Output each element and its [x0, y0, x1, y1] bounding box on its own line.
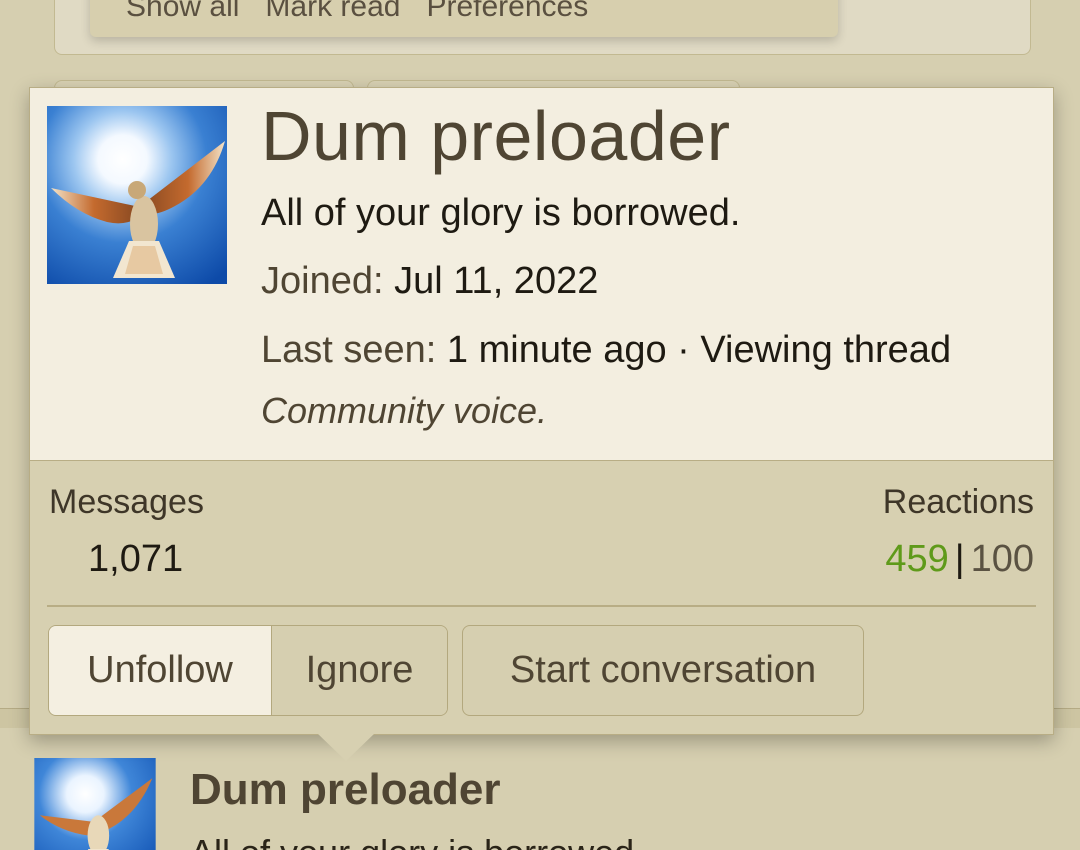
- show-all-link[interactable]: Show all: [126, 0, 239, 24]
- ignore-button[interactable]: Ignore: [272, 626, 447, 715]
- stats-divider: [47, 605, 1036, 607]
- last-seen-value: 1 minute ago · Viewing thread: [446, 329, 952, 371]
- member-joined: Joined: Jul 11, 2022: [261, 260, 598, 303]
- page: Show all Mark read Preferences Dum prelo…: [0, 0, 1080, 850]
- reactions-score[interactable]: 459 | 100: [885, 538, 1034, 581]
- member-user-title: Community voice.: [261, 390, 548, 431]
- member-avatar[interactable]: [47, 106, 227, 284]
- mark-read-link[interactable]: Mark read: [265, 0, 400, 24]
- messages-label: Messages: [49, 483, 204, 521]
- background-menu-links: Show all Mark read Preferences: [126, 0, 588, 24]
- joined-value: Jul 11, 2022: [394, 260, 599, 302]
- member-tooltip-header: Dum preloader All of your glory is borro…: [30, 88, 1053, 461]
- background-alerts-menu: Show all Mark read Preferences: [90, 0, 838, 37]
- last-seen-label: Last seen:: [261, 329, 437, 371]
- background-post-username[interactable]: Dum preloader: [190, 765, 501, 815]
- reactions-label: Reactions: [882, 483, 1034, 521]
- dove-icon: [47, 106, 227, 284]
- background-post-snippet: All of your glory is borrowed.: [190, 832, 644, 850]
- member-username[interactable]: Dum preloader: [261, 96, 731, 176]
- messages-count[interactable]: 1,071: [88, 538, 183, 581]
- reactions-positive: 459: [885, 538, 949, 580]
- preferences-link[interactable]: Preferences: [426, 0, 588, 24]
- tooltip-pointer-arrow: [317, 733, 375, 761]
- member-tagline: All of your glory is borrowed.: [261, 192, 741, 234]
- member-last-seen: Last seen: 1 minute ago · Viewing thread: [261, 329, 951, 372]
- unfollow-button[interactable]: Unfollow: [49, 626, 272, 715]
- reactions-separator: |: [954, 538, 965, 580]
- reactions-negative: 100: [970, 538, 1034, 580]
- follow-ignore-button-group: Unfollow Ignore: [48, 625, 448, 716]
- dove-icon: [34, 758, 156, 850]
- member-tooltip-card: Dum preloader All of your glory is borro…: [29, 87, 1054, 735]
- start-conversation-button[interactable]: Start conversation: [462, 625, 864, 716]
- background-post-avatar[interactable]: [28, 758, 162, 850]
- joined-label: Joined:: [261, 260, 384, 302]
